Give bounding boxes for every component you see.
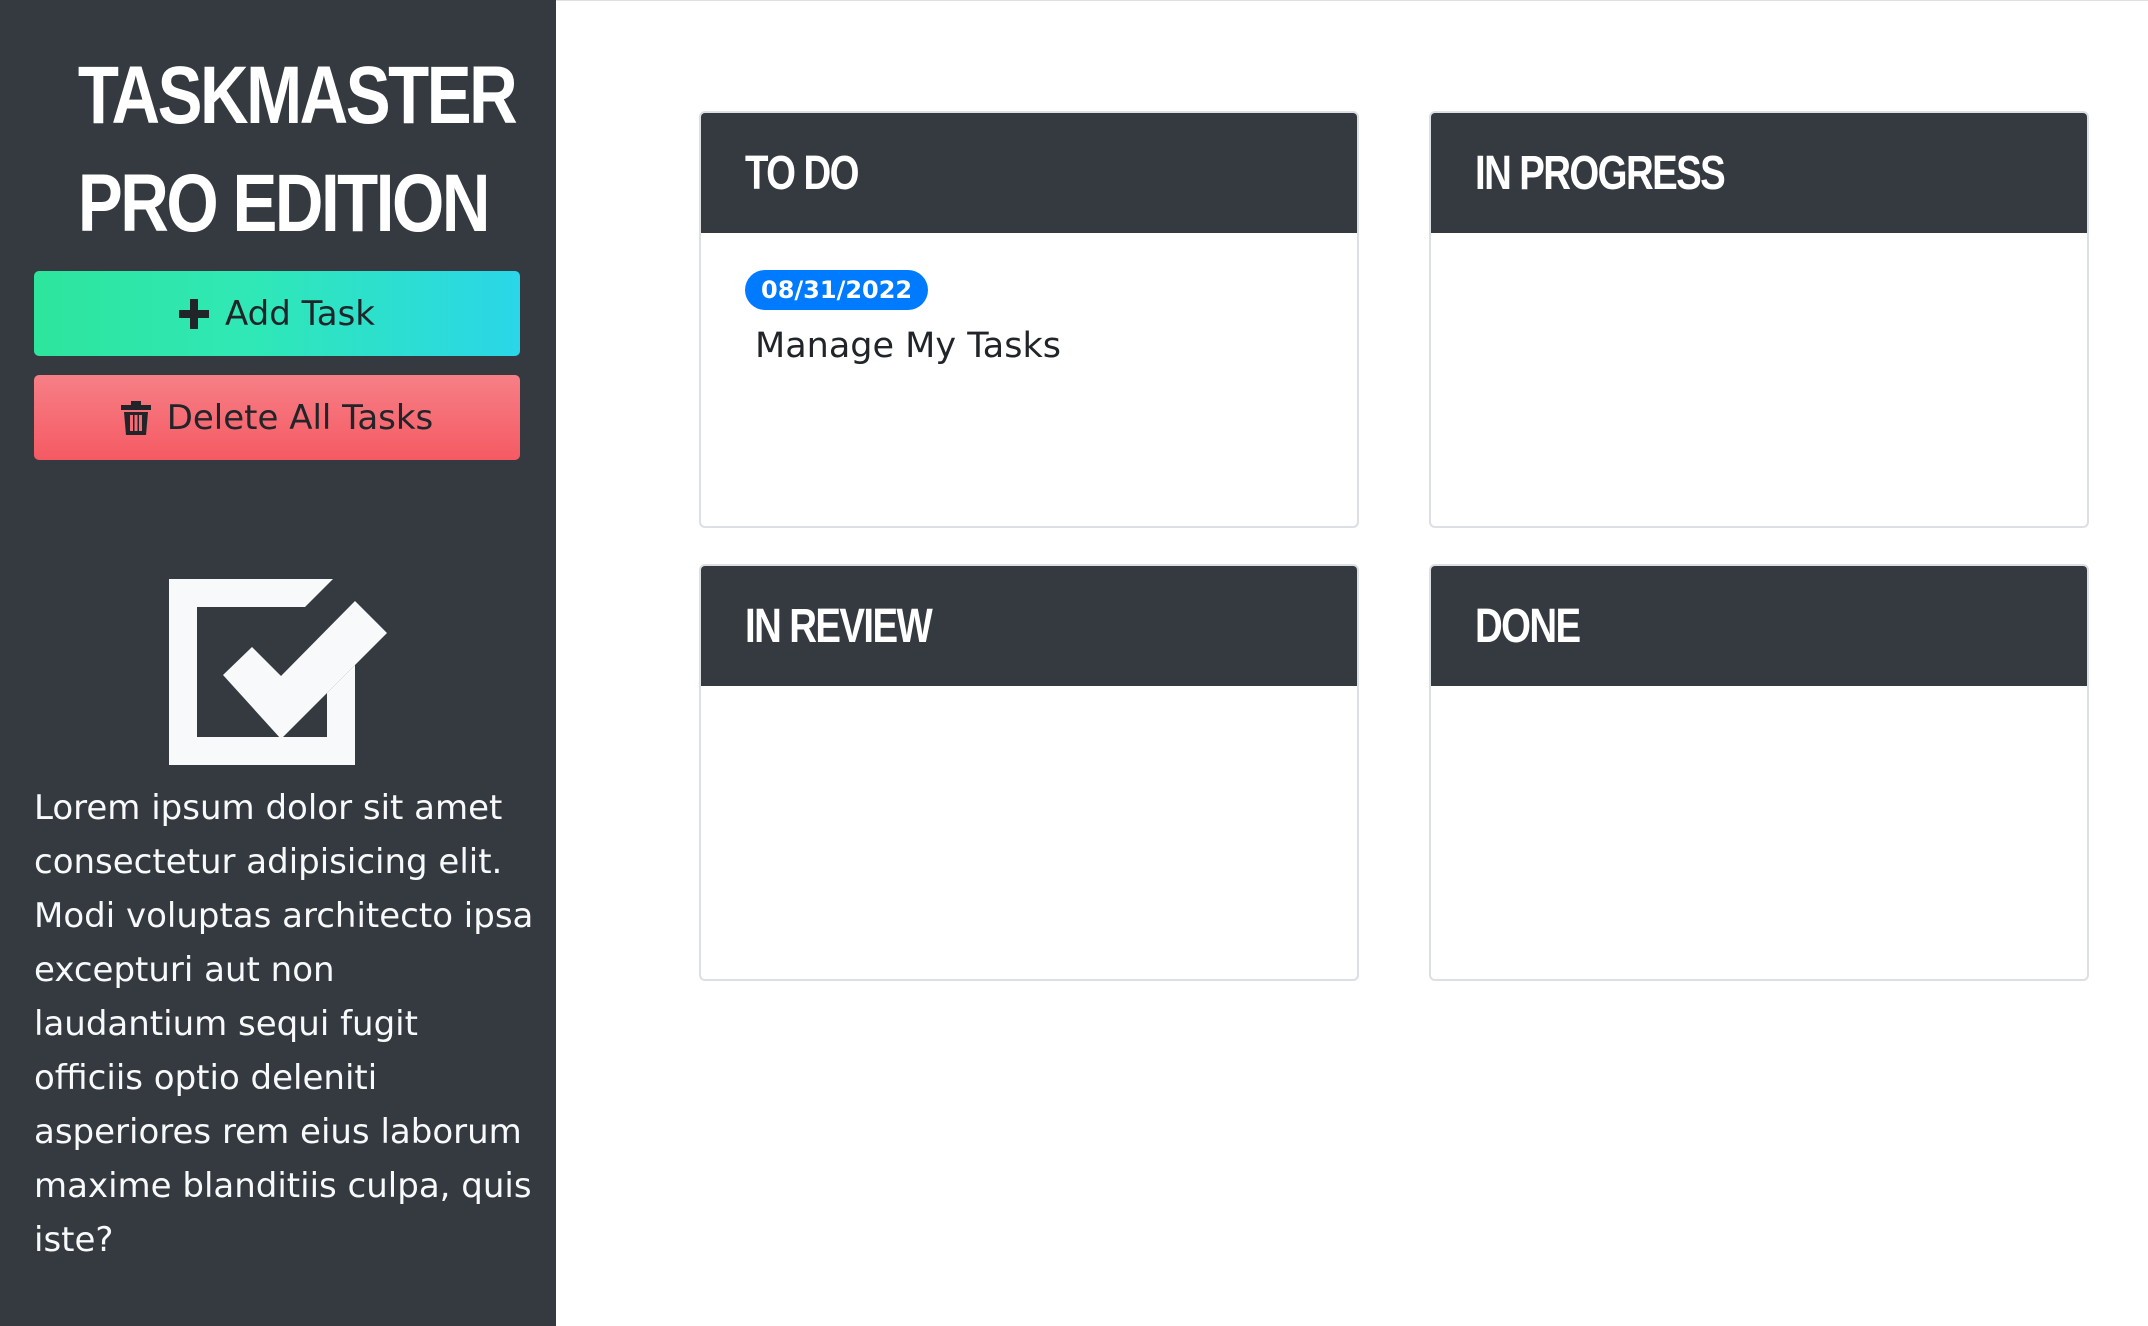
column-todo[interactable]: TO DO 08/31/2022 Manage My Tasks — [699, 111, 1359, 528]
column-title: DONE — [1475, 599, 1581, 653]
column-header: IN PROGRESS — [1431, 113, 2087, 233]
column-in-progress[interactable]: IN PROGRESS — [1429, 111, 2089, 528]
column-header: IN REVIEW — [701, 566, 1357, 686]
delete-all-tasks-button[interactable]: Delete All Tasks — [34, 375, 520, 460]
column-title: IN REVIEW — [745, 599, 933, 653]
column-body[interactable] — [1431, 233, 2087, 307]
add-task-label: Add Task — [224, 293, 375, 334]
app-title-line-2: PRO EDITION — [77, 158, 490, 249]
column-title: IN PROGRESS — [1475, 146, 1726, 200]
task-card[interactable]: 08/31/2022 Manage My Tasks — [745, 270, 1313, 366]
add-task-button[interactable]: Add Task — [34, 271, 520, 356]
column-title: TO DO — [745, 146, 860, 200]
column-body[interactable] — [1431, 686, 2087, 760]
delete-all-tasks-label: Delete All Tasks — [166, 397, 434, 438]
column-body[interactable]: 08/31/2022 Manage My Tasks — [701, 233, 1357, 403]
task-title: Manage My Tasks — [755, 326, 1061, 366]
column-header: TO DO — [701, 113, 1357, 233]
check-square-icon — [165, 575, 390, 770]
due-date-badge: 08/31/2022 — [745, 270, 929, 310]
app-title-line-1: TASKMASTER — [77, 50, 518, 141]
column-body[interactable] — [701, 686, 1357, 760]
about-text: Lorem ipsum dolor sit amet consectetur a… — [34, 788, 534, 1260]
trash-icon — [120, 400, 151, 435]
sidebar: TASKMASTER PRO EDITION Add Task Delete A… — [0, 0, 556, 1326]
column-done[interactable]: DONE — [1429, 564, 2089, 981]
task-board: TO DO 08/31/2022 Manage My Tasks IN PROG… — [556, 0, 2148, 1326]
app-title: TASKMASTER PRO EDITION — [78, 0, 518, 258]
plus-icon — [178, 298, 209, 329]
column-header: DONE — [1431, 566, 2087, 686]
column-in-review[interactable]: IN REVIEW — [699, 564, 1359, 981]
